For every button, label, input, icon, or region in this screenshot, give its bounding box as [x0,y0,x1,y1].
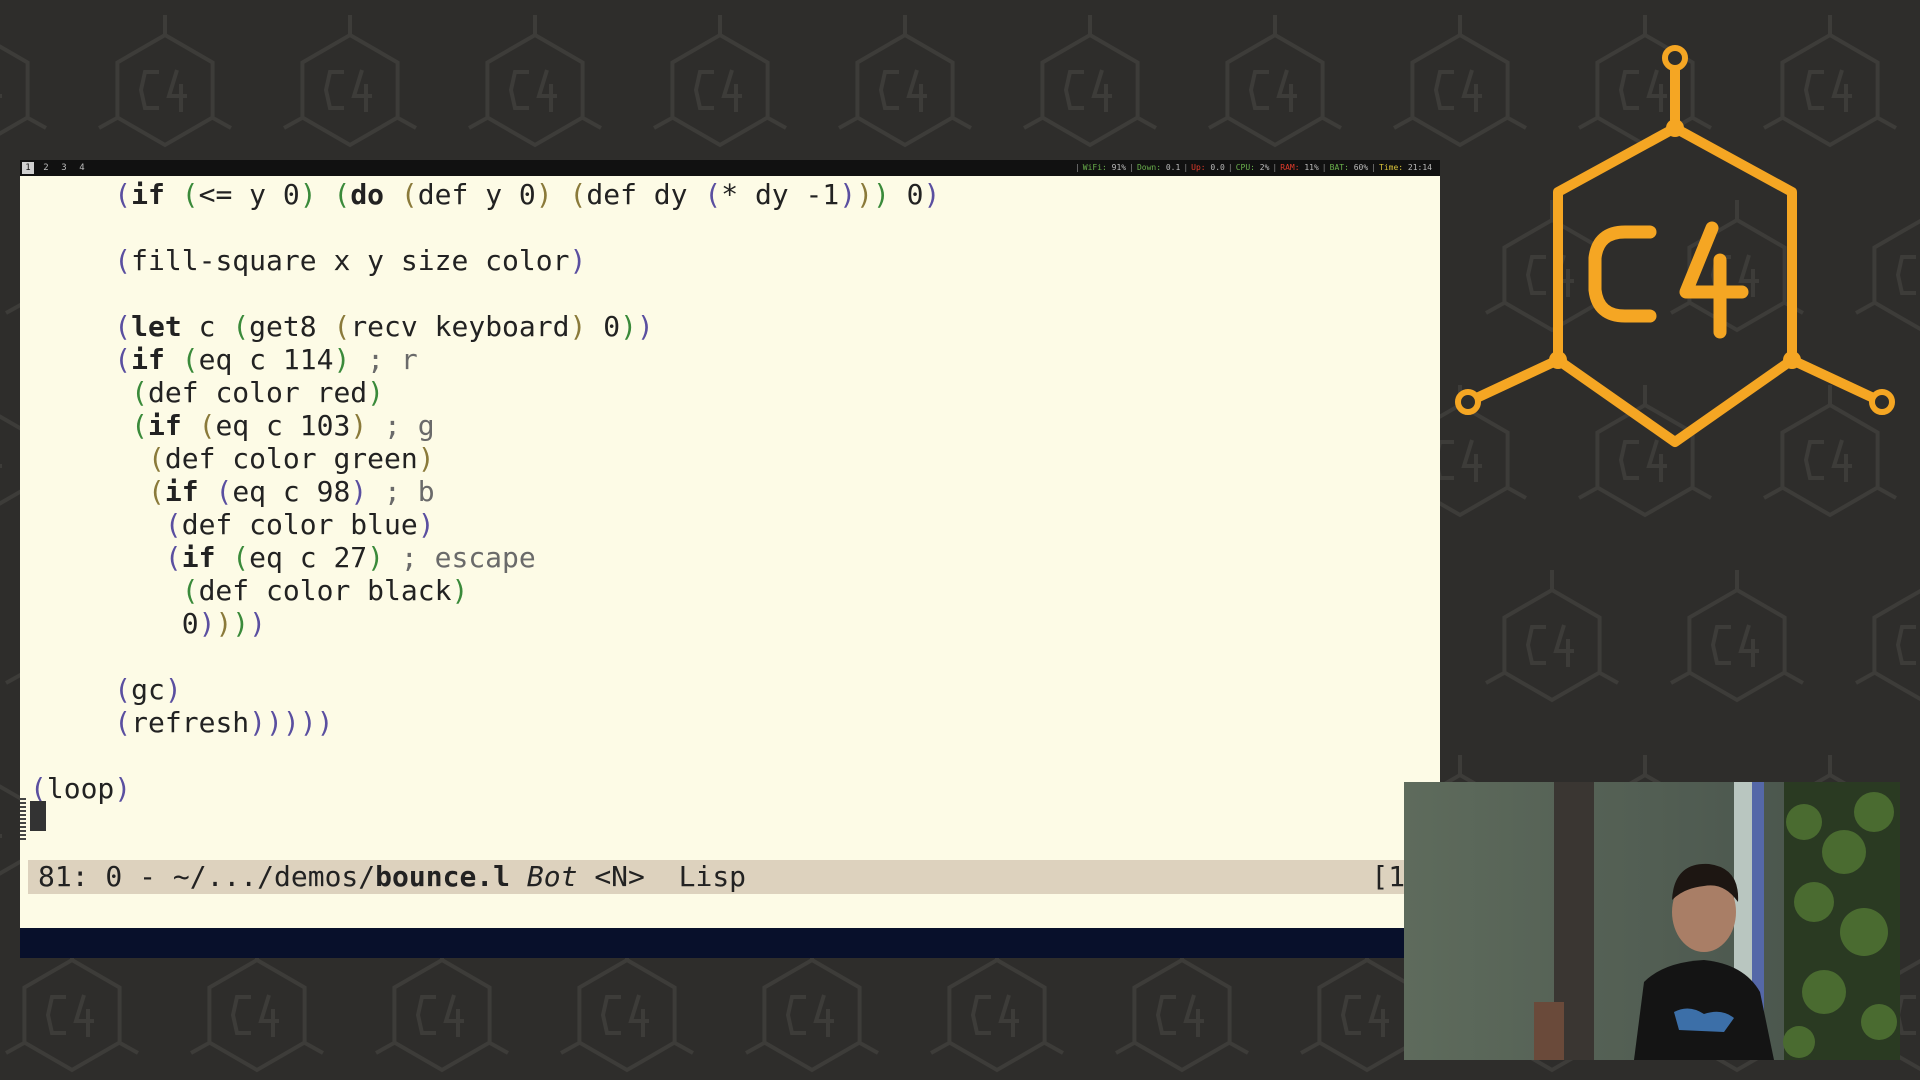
fringe-indicator [20,798,26,840]
status-key: Down: [1136,163,1166,172]
editor-window[interactable]: 1234 | WiFi: 91% | Down: 0.1 | Up: 0.0 | CPU: 2… [20,160,1440,958]
minibuffer[interactable] [20,894,1440,928]
status-value: 11% [1304,163,1319,172]
mode-line-major-mode: Lisp [678,860,747,893]
status-separator: | [1074,163,1080,172]
status-separator: | [1371,163,1376,172]
status-key: BAT: [1329,163,1354,172]
code-line[interactable]: (if (eq c 103) ; g [30,409,940,442]
code-line[interactable]: (if (eq c 114) ; r [30,343,940,376]
workspace-2[interactable]: 2 [40,162,52,174]
code-line[interactable]: (if (eq c 98) ; b [30,475,940,508]
status-key: CPU: [1235,163,1260,172]
code-line[interactable]: (def color black) [30,574,940,607]
system-status: | WiFi: 91% | Down: 0.1 | Up: 0.0 | CPU: 2% | RAM… [1072,163,1432,172]
mode-line: 81: 0 - ~/.../demos/bounce.l Bot <N> Lis… [28,860,1432,894]
speaker-webcam [1404,782,1900,1060]
code-line[interactable]: (def color blue) [30,508,940,541]
bottom-strip [20,928,1440,958]
status-separator: | [1227,163,1233,172]
status-value: 0.0 [1210,163,1225,172]
status-value: 2% [1259,163,1270,172]
workspace-4[interactable]: 4 [76,162,88,174]
code-buffer[interactable]: (if (<= y 0) (do (def y 0) (def dy (* dy… [30,178,940,805]
mode-line-state: <N> [594,860,645,893]
code-line[interactable]: 0)))) [30,607,940,640]
c4-logo [1455,45,1895,447]
status-separator: | [1272,163,1278,172]
text-cursor [30,801,46,831]
code-line[interactable]: (if (eq c 27) ; escape [30,541,940,574]
code-line[interactable]: (let c (get8 (recv keyboard) 0)) [30,310,940,343]
mode-line-path: ~/.../demos/ [172,860,376,893]
code-line[interactable]: (if (<= y 0) (do (def y 0) (def dy (* dy… [30,178,940,211]
status-key: RAM: [1280,163,1305,172]
status-separator: | [1129,163,1134,172]
workspace-1[interactable]: 1 [22,162,34,174]
status-value: 21:14 [1407,163,1432,172]
code-line[interactable] [30,211,940,244]
status-separator: | [1321,163,1327,172]
status-value: 60% [1353,163,1369,172]
code-line[interactable]: (fill-square x y size color) [30,244,940,277]
status-key: WiFi: [1082,163,1112,172]
mode-line-position: Bot [526,860,578,893]
mode-line-filename: bounce.l [375,860,511,893]
code-line[interactable]: (refresh))))) [30,706,940,739]
code-line[interactable]: (loop) [30,772,940,805]
code-line[interactable] [30,739,940,772]
window-manager-bar: 1234 | WiFi: 91% | Down: 0.1 | Up: 0.0 | CPU: 2… [20,160,1440,176]
workspace-3[interactable]: 3 [58,162,70,174]
code-line[interactable]: (def color green) [30,442,940,475]
status-key: Up: [1191,163,1211,172]
code-line[interactable] [30,277,940,310]
code-line[interactable] [30,640,940,673]
code-line[interactable]: (def color red) [30,376,940,409]
status-separator: | [1183,163,1189,172]
mode-line-line-col: 81: 0 - [38,860,173,893]
status-value: 91% [1111,163,1127,172]
status-value: 0.1 [1165,163,1181,172]
code-line[interactable]: (gc) [30,673,940,706]
status-key: Time: [1379,163,1408,172]
